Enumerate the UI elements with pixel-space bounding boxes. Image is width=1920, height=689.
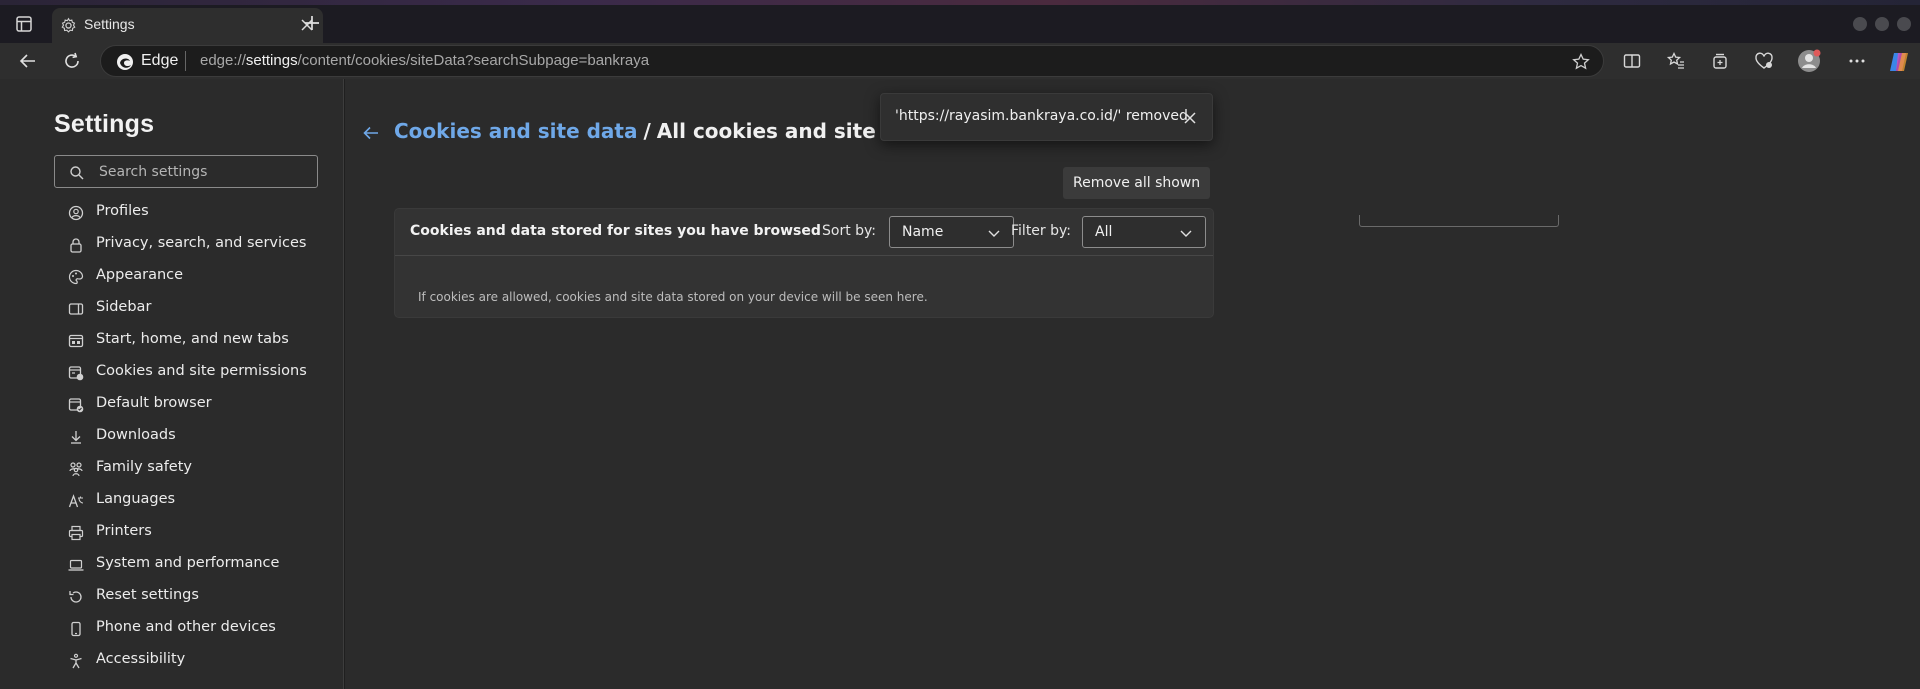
back-arrow-icon[interactable] — [361, 123, 381, 143]
gear-icon — [60, 17, 77, 34]
edge-logo-icon — [116, 53, 134, 71]
download-icon — [68, 429, 84, 445]
removed-toast: 'https://rayasim.bankraya.co.id/' remove… — [880, 93, 1213, 141]
close-icon[interactable] — [1182, 110, 1198, 126]
filter-dropdown[interactable]: All — [1082, 216, 1206, 248]
sidebar-item-downloads[interactable]: Downloads — [54, 421, 324, 453]
search-settings-input[interactable] — [99, 162, 299, 182]
sidebar-item-label: Family safety — [96, 459, 192, 475]
back-icon[interactable] — [17, 50, 39, 72]
tab-title: Settings — [84, 16, 135, 32]
sidebar-item-label: Downloads — [96, 427, 176, 443]
sidebar-item-label: Sidebar — [96, 299, 152, 315]
breadcrumb-cookies-link[interactable]: Cookies and site data — [394, 119, 637, 143]
close-window-button[interactable] — [1897, 17, 1911, 31]
new-tab-icon[interactable] — [302, 13, 322, 33]
laptop-icon — [68, 557, 84, 573]
breadcrumb-separator: / — [643, 119, 651, 143]
sort-dropdown[interactable]: Name — [889, 216, 1014, 248]
sort-label: Sort by: — [822, 223, 877, 239]
card-title: Cookies and data stored for sites you ha… — [410, 223, 821, 239]
minimize-window-button[interactable] — [1853, 17, 1867, 31]
sidebar-item-family-safety[interactable]: Family safety — [54, 453, 324, 485]
sidebar-item-phone-devices[interactable]: Phone and other devices — [54, 613, 324, 645]
breadcrumb: Cookies and site data / All cookies and si… — [394, 119, 934, 143]
favorites-icon[interactable] — [1665, 50, 1687, 72]
sort-value: Name — [902, 224, 944, 240]
profile-icon — [68, 205, 84, 221]
address-bar[interactable]: Edge edge://settings/content/cookies/sit… — [100, 45, 1604, 77]
search-box-edge — [1359, 215, 1559, 227]
language-icon — [68, 493, 84, 509]
sidebar-item-label: Printers — [96, 523, 152, 539]
sidebar-item-reset-settings[interactable]: Reset settings — [54, 581, 324, 613]
sidebar-item-accessibility[interactable]: Accessibility — [54, 645, 324, 677]
profile-avatar-icon[interactable] — [1796, 48, 1822, 74]
card-header: Cookies and data stored for sites you ha… — [395, 209, 1213, 256]
accessibility-icon — [68, 653, 84, 669]
sidebar-item-default-browser[interactable]: Default browser — [54, 389, 324, 421]
sidebar-item-label: Reset settings — [96, 587, 199, 603]
sidebar-item-label: Phone and other devices — [96, 619, 276, 635]
sidebar-item-label: System and performance — [96, 555, 280, 571]
printer-icon — [68, 525, 84, 541]
phone-icon — [68, 621, 84, 637]
toast-message: 'https://rayasim.bankraya.co.id/' remove… — [895, 108, 1188, 124]
split-screen-icon[interactable] — [1621, 50, 1643, 72]
sidebar-item-label: Default browser — [96, 395, 212, 411]
sidebar-item-sidebar[interactable]: Sidebar — [54, 293, 324, 325]
tab-actions-icon[interactable] — [14, 14, 34, 34]
sidebar-item-cookies-permissions[interactable]: Cookies and site permissions — [54, 357, 324, 389]
filter-label: Filter by: — [1011, 223, 1071, 239]
default-browser-icon — [68, 397, 84, 413]
sidebar-item-label: Accessibility — [96, 651, 186, 667]
empty-state-message: If cookies are allowed, cookies and site… — [418, 290, 928, 304]
browser-toolbar: Edge edge://settings/content/cookies/sit… — [0, 43, 1920, 79]
sidebar-item-profiles[interactable]: Profiles — [54, 197, 324, 229]
sidebar-item-start-home-tabs[interactable]: Start, home, and new tabs — [54, 325, 324, 357]
sidebar-item-appearance[interactable]: Appearance — [54, 261, 324, 293]
sidebar-item-printers[interactable]: Printers — [54, 517, 324, 549]
sidebar-item-label: Languages — [96, 491, 176, 507]
sidebar-item-system-performance[interactable]: System and performance — [54, 549, 324, 581]
sidebar-item-label: Appearance — [96, 267, 184, 283]
cookies-icon — [68, 365, 84, 381]
family-icon — [68, 461, 84, 477]
sidebar-item-label: Profiles — [96, 203, 149, 219]
sidebar-item-label: Cookies and site permissions — [96, 363, 307, 379]
url-text[interactable]: edge://settings/content/cookies/siteData… — [200, 52, 649, 69]
sidebar-item-label: Start, home, and new tabs — [96, 331, 289, 347]
sidebar-icon — [68, 301, 84, 317]
tab-settings[interactable]: Settings — [52, 8, 323, 43]
tab-bar: Settings — [0, 5, 1920, 43]
site-data-card: Cookies and data stored for sites you ha… — [394, 208, 1214, 318]
settings-content: Cookies and site data / All cookies and si… — [345, 79, 1920, 689]
browser-essentials-icon[interactable] — [1753, 50, 1775, 72]
palette-icon — [68, 269, 84, 285]
address-separator — [185, 51, 186, 71]
remove-all-shown-button[interactable]: Remove all shown — [1063, 167, 1211, 199]
reset-icon — [68, 589, 84, 605]
search-icon — [69, 165, 85, 181]
settings-sidebar: Settings Profiles Privacy, search, and s… — [0, 79, 344, 689]
settings-nav: Profiles Privacy, search, and services A… — [54, 197, 334, 677]
filter-value: All — [1095, 224, 1113, 240]
sidebar-item-label: Privacy, search, and services — [96, 235, 307, 251]
lock-icon — [68, 237, 84, 253]
search-settings-box[interactable] — [54, 155, 318, 188]
home-tabs-icon — [68, 333, 84, 349]
address-brand: Edge — [141, 52, 179, 69]
chevron-down-icon — [1179, 227, 1193, 239]
sidebar-item-languages[interactable]: Languages — [54, 485, 324, 517]
maximize-window-button[interactable] — [1875, 17, 1889, 31]
more-options-icon[interactable] — [1846, 50, 1868, 72]
chevron-down-icon — [987, 227, 1001, 239]
settings-title: Settings — [54, 110, 155, 138]
copilot-icon[interactable] — [1887, 50, 1911, 74]
collections-icon[interactable] — [1709, 50, 1731, 72]
refresh-icon[interactable] — [61, 50, 83, 72]
sidebar-item-privacy[interactable]: Privacy, search, and services — [54, 229, 324, 261]
favorite-star-icon[interactable] — [1571, 52, 1591, 72]
